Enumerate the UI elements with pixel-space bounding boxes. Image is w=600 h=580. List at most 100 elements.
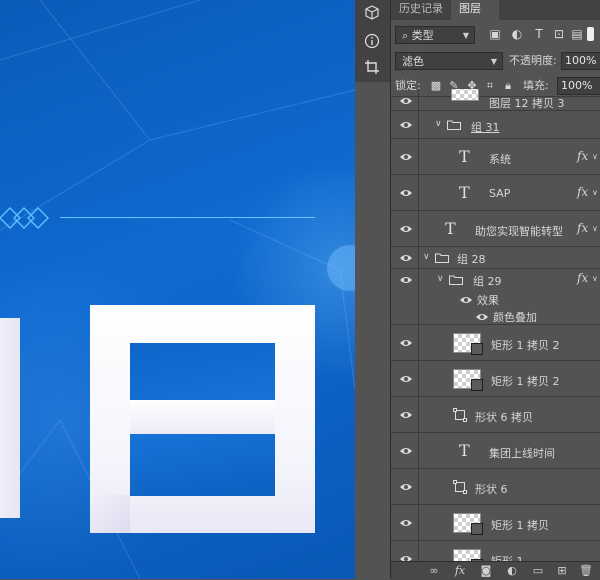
chevron-down-icon[interactable]: ∨ [435, 119, 442, 129]
document-canvas[interactable] [0, 0, 355, 579]
layer-row[interactable]: 图层 12 拷贝 3 [391, 89, 600, 111]
filter-toggle[interactable] [587, 27, 594, 41]
layer-name: SAP [489, 187, 511, 200]
layer-row[interactable]: ∨ 组 29 fx ∨ 效果 颜色叠加 [391, 269, 600, 325]
layer-name: 组 31 [471, 121, 500, 134]
layers-list: 图层 12 拷贝 3 ∨ 组 31 T 系统 fx ∨ T SAP fx ∨ T… [391, 89, 600, 561]
eye-icon[interactable] [399, 482, 413, 492]
text-layer-icon: T [445, 219, 456, 238]
layer-name: 图层 12 拷贝 3 [489, 97, 565, 110]
layer-name: 矩形 1 拷贝 2 [491, 375, 560, 388]
new-layer-icon[interactable]: ⊞ [555, 564, 569, 578]
eye-icon[interactable] [399, 253, 413, 263]
layer-row[interactable]: ∨ 组 31 [391, 111, 600, 139]
layers-panel: 历史记录 图层 ⌕ 类型 ▼ ▣ ◐ T ⊡ ▤ 滤色 ▼ 不透明度: 100%… [390, 0, 600, 580]
shape-filter-icon[interactable]: ⊡ [551, 26, 567, 42]
text-glyph-ri [90, 305, 315, 533]
info-icon[interactable] [361, 30, 383, 52]
chevron-down-icon[interactable]: ∨ [437, 274, 444, 284]
diamond-decoration [0, 207, 49, 229]
layer-row[interactable]: T 集团上线时间 [391, 433, 600, 469]
adjustment-layer-icon[interactable]: ◐ [505, 564, 519, 578]
smart-object-filter-icon[interactable]: ▤ [569, 26, 585, 42]
chevron-down-icon[interactable]: ∨ [592, 274, 598, 283]
layer-thumbnail [453, 369, 483, 391]
layer-row[interactable]: T 系统 fx ∨ [391, 139, 600, 175]
fx-icon[interactable]: fx [577, 221, 588, 235]
eye-icon[interactable] [399, 120, 413, 130]
tab-layers[interactable]: 图层 [451, 0, 499, 20]
add-mask-icon[interactable]: ◙ [479, 564, 493, 578]
color-overlay-eye-icon[interactable] [475, 312, 489, 322]
eye-icon[interactable] [399, 374, 413, 384]
text-glyph-left [0, 318, 20, 518]
text-filter-icon[interactable]: T [531, 26, 547, 42]
layer-name: 矩形 1 拷贝 2 [491, 339, 560, 352]
chevron-down-icon: ▼ [462, 31, 469, 40]
layer-row[interactable]: ∨ 组 28 [391, 247, 600, 269]
layer-thumbnail [453, 549, 483, 561]
link-layers-icon[interactable]: ∞ [427, 564, 441, 578]
blend-mode-select[interactable]: 滤色 ▼ [395, 52, 503, 70]
new-group-icon[interactable]: ▭ [531, 564, 545, 578]
eye-icon[interactable] [399, 275, 413, 285]
layer-row[interactable]: T SAP fx ∨ [391, 175, 600, 211]
effects-eye-icon[interactable] [459, 295, 473, 305]
layer-name: 系统 [489, 153, 511, 166]
search-icon: ⌕ [402, 29, 409, 42]
layer-filter-kind: 类型 [411, 29, 434, 42]
layer-row[interactable]: 形状 6 [391, 469, 600, 505]
panel-tool-strip [355, 0, 390, 82]
shape-layer-icon [453, 480, 467, 494]
divider-line [60, 217, 315, 218]
layers-footer: ∞ fx ◙ ◐ ▭ ⊞ 🗑︎ [391, 561, 600, 580]
layer-thumbnail [453, 333, 483, 355]
opacity-input[interactable]: 100% [561, 52, 600, 70]
chevron-down-icon[interactable]: ∨ [592, 188, 598, 197]
color-overlay-label[interactable]: 颜色叠加 [493, 309, 537, 325]
eye-icon[interactable] [399, 410, 413, 420]
layer-row[interactable]: 矩形 1 拷贝 2 [391, 361, 600, 397]
effects-label: 效果 [477, 294, 499, 307]
tab-history[interactable]: 历史记录 [391, 0, 459, 20]
adjustment-filter-icon[interactable]: ◐ [509, 26, 525, 42]
add-style-icon[interactable]: fx [453, 564, 467, 578]
eye-icon[interactable] [399, 188, 413, 198]
3d-cube-icon[interactable] [361, 2, 383, 24]
text-layer-icon: T [459, 147, 470, 166]
eye-icon[interactable] [399, 152, 413, 162]
chevron-down-icon[interactable]: ∨ [592, 224, 598, 233]
layer-name: 矩形 1 [491, 553, 524, 561]
chevron-down-icon[interactable]: ∨ [592, 152, 598, 161]
layer-name: 形状 6 [475, 483, 508, 496]
layer-row[interactable]: 矩形 1 拷贝 2 [391, 325, 600, 361]
layer-row[interactable]: 形状 6 拷贝 [391, 397, 600, 433]
layer-thumbnail [453, 513, 483, 535]
text-layer-icon: T [459, 441, 470, 460]
delete-layer-icon[interactable]: 🗑︎ [579, 564, 593, 578]
eye-icon[interactable] [399, 338, 413, 348]
panel-tabs: 历史记录 图层 [391, 0, 600, 20]
layer-row[interactable]: T 助您实现智能转型 fx ∨ [391, 211, 600, 247]
layer-thumbnail [451, 89, 479, 101]
text-layer-icon: T [459, 183, 470, 202]
crop-icon[interactable] [361, 56, 383, 78]
layer-row[interactable]: 矩形 1 [391, 541, 600, 561]
fx-icon[interactable]: fx [577, 185, 588, 199]
pixel-filter-icon[interactable]: ▣ [487, 26, 503, 42]
fx-icon[interactable]: fx [577, 149, 588, 163]
layer-name: 组 28 [457, 253, 486, 266]
layer-row[interactable]: 矩形 1 拷贝 [391, 505, 600, 541]
opacity-label: 不透明度: [509, 54, 557, 67]
eye-icon[interactable] [399, 446, 413, 456]
fx-icon[interactable]: fx [577, 271, 588, 285]
eye-icon[interactable] [399, 224, 413, 234]
chevron-down-icon[interactable]: ∨ [423, 252, 430, 262]
eye-icon[interactable] [399, 518, 413, 528]
folder-icon [449, 275, 463, 285]
eye-icon[interactable] [399, 554, 413, 561]
layer-name: 组 29 [473, 275, 502, 288]
eye-icon[interactable] [399, 96, 413, 106]
layer-filter-select[interactable]: ⌕ 类型 ▼ [395, 26, 475, 44]
layer-name: 矩形 1 拷贝 [491, 519, 549, 532]
